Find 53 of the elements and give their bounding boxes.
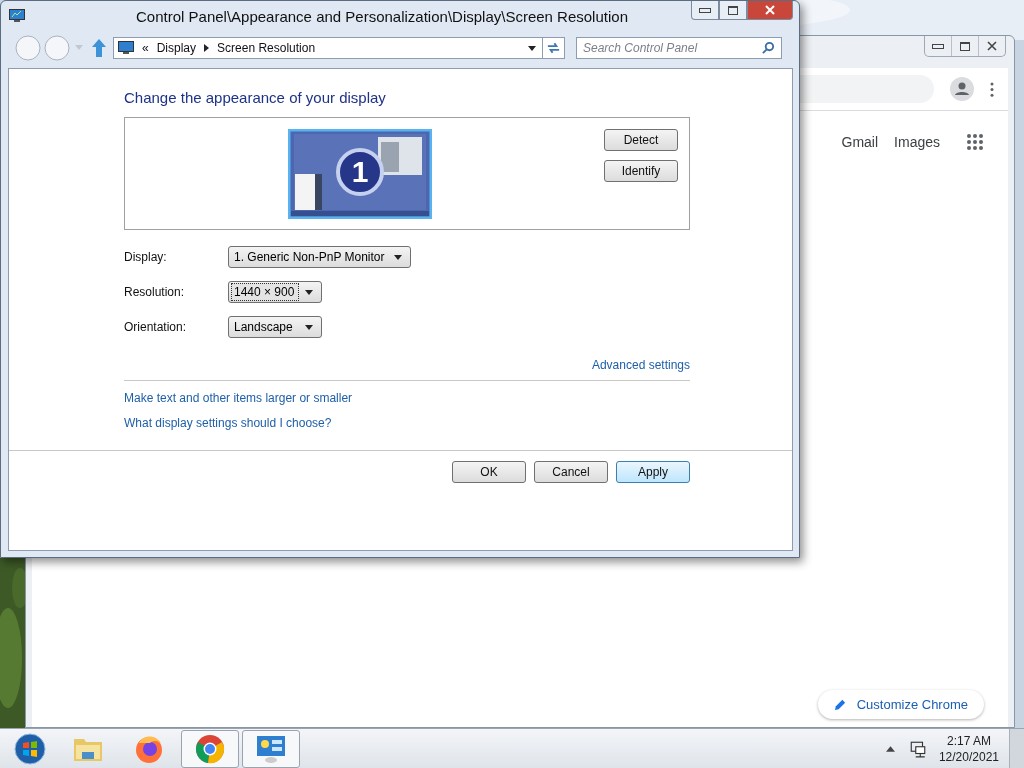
monitor-icon [9,9,25,23]
profile-icon[interactable] [950,77,974,101]
breadcrumb-item[interactable]: Screen Resolution [217,41,316,55]
start-orb-icon[interactable] [14,732,46,765]
dropdown-arrow-icon[interactable] [305,324,313,330]
show-hidden-icons-icon[interactable] [885,745,895,752]
header-link[interactable]: Gmail [841,134,879,150]
close-icon[interactable] [987,41,997,51]
clock[interactable]: 2:17 AM 12/20/2021 [938,733,999,764]
dialog-button[interactable]: OK [452,461,526,483]
dropdown-field[interactable]: 1. Generic Non-PnP Monitor [228,246,411,268]
help-link[interactable]: What display settings should I choose? [124,416,690,430]
dropdown-arrow-icon[interactable] [528,45,536,51]
address-bar[interactable]: « Display Screen Resolution [113,37,543,59]
dropdown-field[interactable]: Landscape [228,316,322,338]
up-arrow-icon[interactable] [92,39,106,57]
display-thumbnail-drawing[interactable]: 1 [288,129,432,219]
pencil-icon [833,698,847,711]
advanced-settings-link[interactable]: Advanced settings [591,358,690,372]
page-heading: Change the appearance of your display [124,89,387,106]
taskbar-button[interactable] [242,729,300,768]
dialog-button[interactable]: Apply [616,461,690,483]
clock-date: 12/20/2021 [938,749,999,764]
window-title: Control Panel\Appearance and Personalization\Display\Screen Resolution [136,7,628,25]
network-icon[interactable] [908,739,927,758]
header-link[interactable]: Images [894,134,940,150]
field-label: Orientation: [124,320,188,334]
clock-time: 2:17 AM [946,733,991,748]
apps-grid-icon[interactable] [966,133,984,151]
help-link[interactable]: Make text and other items larger or smaller [124,391,690,405]
breadcrumb-item[interactable]: Display [156,41,197,55]
field-label: Resolution: [124,285,186,299]
customize-chrome-button[interactable]: Customize Chrome [817,690,984,719]
minimize-button[interactable] [691,1,719,20]
close-button[interactable] [747,1,793,20]
side-button[interactable]: Identify [604,160,678,182]
chrome-icon[interactable] [194,732,226,765]
refresh-icon[interactable] [543,37,565,59]
dialog-button[interactable]: Cancel [534,461,608,483]
dropdown-arrow-icon[interactable] [305,289,313,295]
taskbar-button[interactable] [181,729,239,768]
dropdown-field[interactable]: 1440 × 900 [228,281,322,303]
menu-icon[interactable] [990,81,994,97]
dropdown-arrow-icon[interactable] [393,254,402,260]
monitor-icon [118,41,134,55]
maximize-button[interactable] [719,1,747,20]
breadcrumb-arrow-icon[interactable] [204,44,210,52]
breadcrumb-overflow[interactable]: « [142,41,149,55]
side-button[interactable]: Detect [604,129,678,151]
search-field[interactable]: Search Control Panel [576,37,782,59]
display-number: 1 [351,155,369,188]
field-label: Display: [124,250,168,264]
search-icon[interactable] [762,41,775,54]
